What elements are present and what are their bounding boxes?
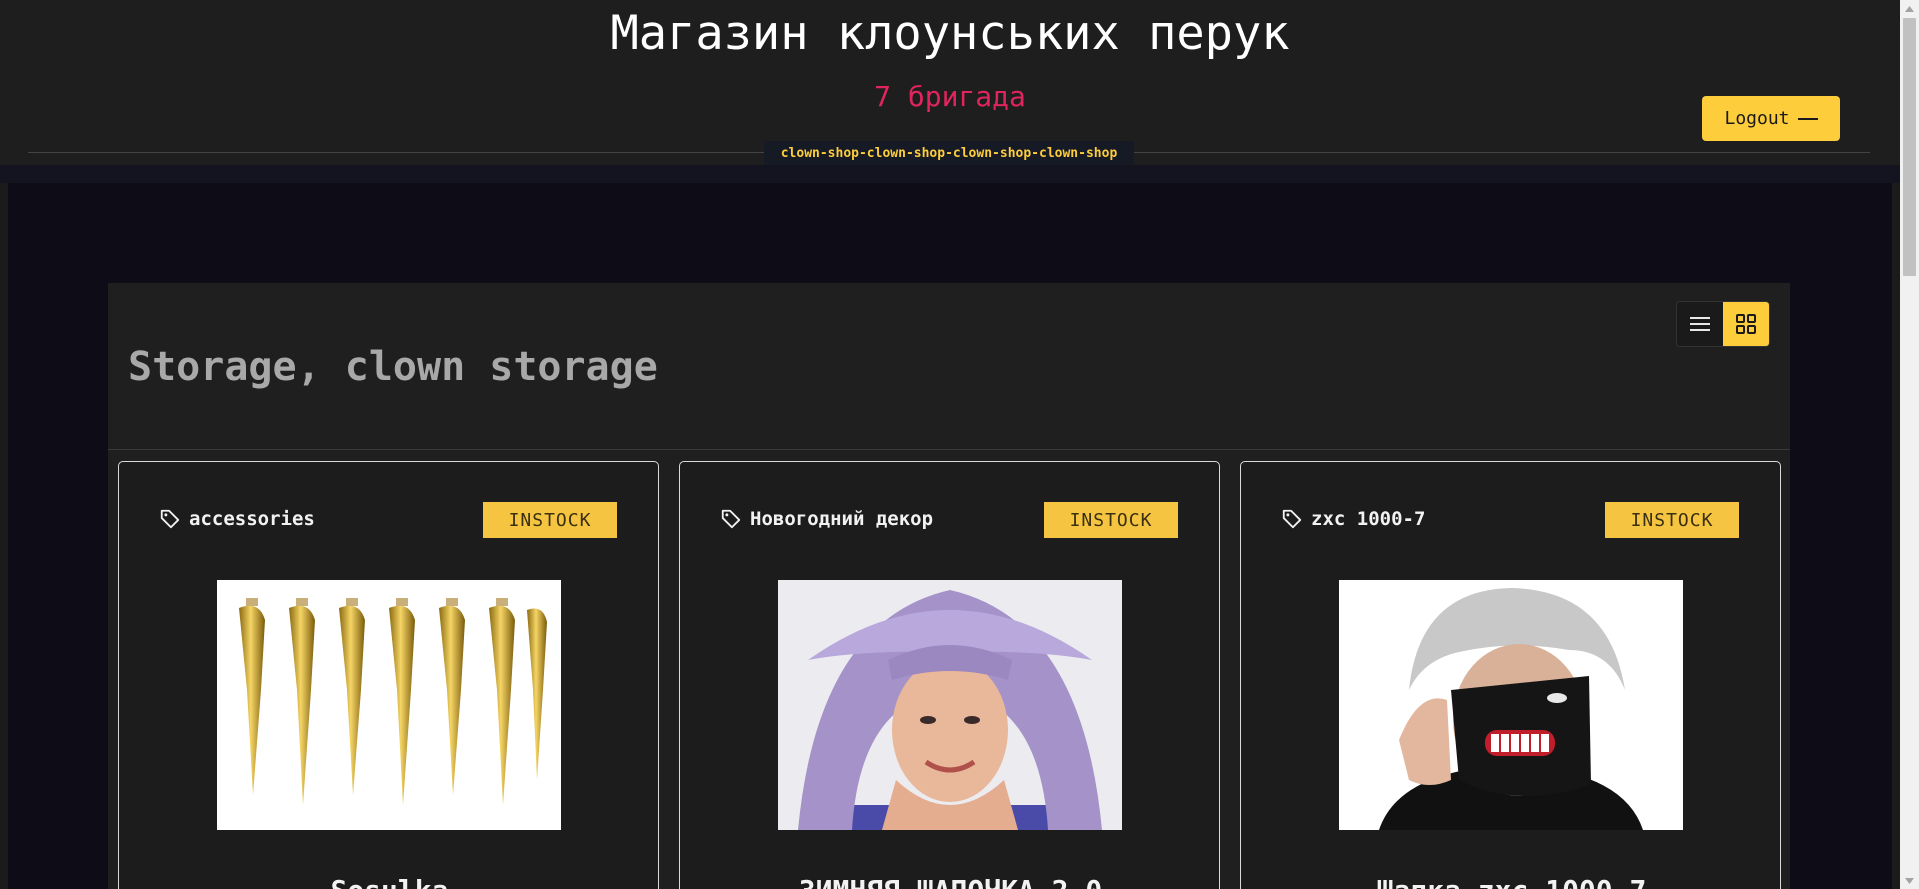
list-view-button[interactable]: [1677, 302, 1723, 346]
product-category: accessories: [159, 508, 315, 530]
scroll-down-arrow-icon[interactable]: [1900, 872, 1919, 889]
tag-icon: [721, 509, 741, 529]
marquee-text: clown-shop-clown-shop-clown-shop-clown-s…: [764, 141, 1134, 165]
logout-button[interactable]: Logout: [1702, 96, 1840, 141]
product-name: Шапка zxc 1000-7: [1241, 874, 1782, 889]
category-label: Новогодний декор: [750, 508, 934, 530]
gold-ornaments-image: [217, 580, 561, 830]
page-title: Storage, clown storage: [128, 344, 658, 390]
site-header: Магазин клоунських перук 7 бригада Logou…: [0, 0, 1900, 165]
product-category: zxc 1000-7: [1281, 508, 1425, 530]
scroll-up-arrow-icon[interactable]: [1900, 0, 1919, 17]
tag-icon: [160, 509, 180, 529]
product-name: ЗИМНЯЯ ШАПОЧКА 2.0: [680, 874, 1221, 889]
status-badge: INSTOCK: [1044, 502, 1178, 538]
scroll-thumb[interactable]: [1903, 18, 1916, 276]
product-category: Новогодний декор: [720, 508, 933, 530]
panel-divider: [108, 449, 1790, 450]
product-name: Sosulka: [119, 874, 660, 889]
ghoul-mask-image: [1339, 580, 1683, 830]
product-card[interactable]: zxc 1000-7 INSTOCK: [1240, 461, 1781, 889]
status-badge: INSTOCK: [1605, 502, 1739, 538]
product-card[interactable]: accessories INSTOCK: [118, 461, 659, 889]
view-toggle: [1676, 301, 1770, 347]
site-title: Магазин клоунських перук: [610, 6, 1290, 61]
status-badge: INSTOCK: [483, 502, 617, 538]
product-card[interactable]: Новогодний декор INSTOCK ЗИМНЯЯ ШАПОЧКА: [679, 461, 1220, 889]
grid-view-button[interactable]: [1723, 302, 1769, 346]
tag-icon: [1282, 509, 1302, 529]
logout-label: Logout: [1724, 108, 1790, 129]
site-subtitle: 7 бригада: [874, 80, 1026, 113]
storage-panel: Storage, clown storage accessories INSTO…: [108, 283, 1790, 889]
grid-icon: [1736, 314, 1756, 334]
main-area: Storage, clown storage accessories INSTO…: [8, 183, 1892, 889]
category-label: zxc 1000-7: [1311, 508, 1426, 530]
logout-dash-icon: [1797, 117, 1818, 120]
list-icon: [1690, 317, 1710, 331]
page-scrollbar[interactable]: [1900, 0, 1919, 889]
fur-hat-image: [778, 580, 1122, 830]
category-label: accessories: [189, 508, 315, 530]
header-band: [0, 165, 1900, 183]
